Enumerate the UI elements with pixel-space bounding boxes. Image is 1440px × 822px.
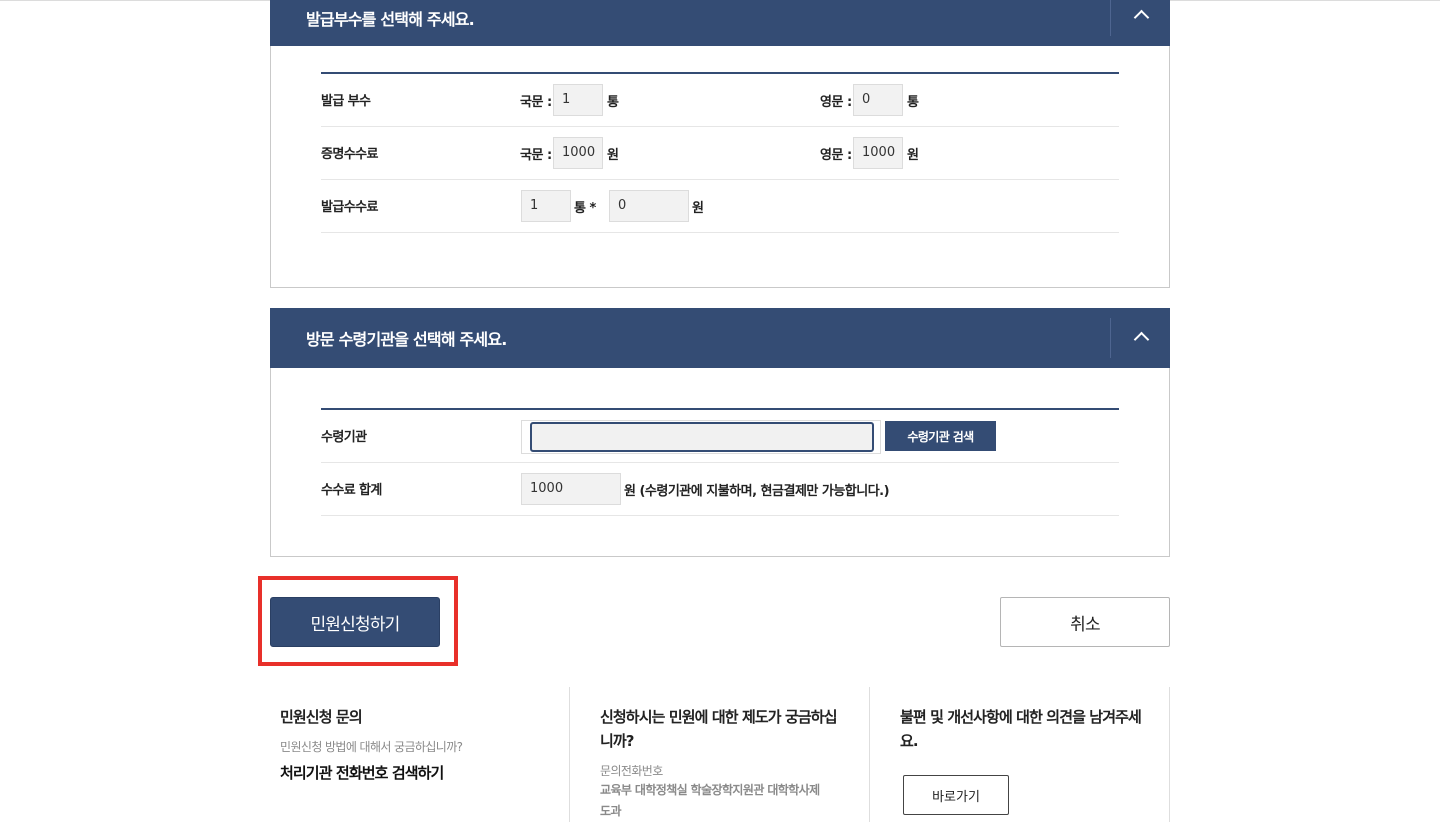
inquiry-column: 민원신청 문의 민원신청 방법에 대해서 궁금하십니까? 처리기관 전화번호 검… xyxy=(280,687,560,822)
issue-fee-count: 1 xyxy=(521,190,571,222)
cert-fee-en-unit: 원 xyxy=(907,148,919,163)
issue-fee-count-unit: 통 * xyxy=(574,201,596,216)
agency-row: 수령기관 수령기관 검색 xyxy=(321,410,1119,463)
issue-fee-amount: 0 xyxy=(609,190,689,222)
agency-input[interactable] xyxy=(530,422,874,452)
phone-label: 문의전화번호 xyxy=(600,764,663,778)
feedback-column: 불편 및 개선사항에 대한 의견을 남겨주세 요. 바로가기 xyxy=(900,687,1160,822)
copies-en-unit: 통 xyxy=(907,95,919,110)
system-column: 신청하시는 민원에 대한 제도가 궁금하십 니까? 문의전화번호 교육부 대학정… xyxy=(600,687,860,822)
org-line2: 도과 xyxy=(600,804,621,818)
agency-field-wrap xyxy=(521,420,881,454)
system-title-line1: 신청하시는 민원에 대한 제도가 궁금하십 xyxy=(600,708,837,726)
issue-collapse-button[interactable] xyxy=(1118,0,1166,36)
total-fee-row: 수수료 합계 1000 원 (수령기관에 지불하며, 현금결제만 가능합니다.) xyxy=(321,463,1119,516)
feedback-go-button[interactable]: 바로가기 xyxy=(903,775,1009,815)
visit-form-table: 수령기관 수령기관 검색 수수료 합계 1000 원 (수령기관에 지불하며, … xyxy=(321,408,1119,516)
total-fee-label: 수수료 합계 xyxy=(321,483,382,498)
issue-copies-header: 발급부수를 선택해 주세요. xyxy=(270,0,1170,46)
issue-form-table: 발급 부수 국문 : 1 통 영문 : 0 통 증명수수료 국문 : 1000 … xyxy=(321,72,1119,233)
info-divider xyxy=(869,687,870,822)
issue-copies-panel: 발급부수를 선택해 주세요. 발급 부수 국문 : 1 통 영문 : 0 통 증… xyxy=(270,0,1170,288)
submit-application-button[interactable]: 민원신청하기 xyxy=(270,597,440,647)
cert-fee-ko-value: 1000 xyxy=(553,137,603,169)
visit-agency-title: 방문 수령기관을 선택해 주세요. xyxy=(306,330,507,349)
chevron-up-icon xyxy=(1133,331,1150,348)
total-fee-note: 원 (수령기관에 지불하며, 현금결제만 가능합니다.) xyxy=(624,484,890,499)
system-title-line2: 니까? xyxy=(600,732,634,750)
cert-fee-ko-label: 국문 : xyxy=(520,148,552,163)
copies-row: 발급 부수 국문 : 1 통 영문 : 0 통 xyxy=(321,74,1119,127)
cert-fee-en-label: 영문 : xyxy=(820,148,852,163)
agency-phone-search-link[interactable]: 처리기관 전화번호 검색하기 xyxy=(280,762,444,783)
inquiry-subtitle: 민원신청 방법에 대해서 궁금하십니까? xyxy=(280,740,463,754)
cert-fee-ko-unit: 원 xyxy=(607,148,619,163)
copies-ko-label: 국문 : xyxy=(520,95,552,110)
copies-en-input[interactable]: 0 xyxy=(853,84,903,116)
visit-collapse-button[interactable] xyxy=(1118,318,1166,358)
copies-ko-unit: 통 xyxy=(607,95,619,110)
chevron-up-icon xyxy=(1133,9,1150,26)
cert-fee-label: 증명수수료 xyxy=(321,147,378,162)
org-line1: 교육부 대학정책실 학술장학지원관 대학학사제 xyxy=(600,783,820,797)
feedback-title-line1: 불편 및 개선사항에 대한 의견을 남겨주세 xyxy=(900,708,1142,726)
copies-en-label: 영문 : xyxy=(820,95,852,110)
header-divider xyxy=(1110,0,1111,36)
copies-label: 발급 부수 xyxy=(321,94,371,109)
inquiry-title: 민원신청 문의 xyxy=(280,708,363,726)
visit-agency-panel: 방문 수령기관을 선택해 주세요. 수령기관 수령기관 검색 수수료 합계 10… xyxy=(270,308,1170,557)
agency-search-button[interactable]: 수령기관 검색 xyxy=(885,421,996,451)
cancel-button[interactable]: 취소 xyxy=(1000,597,1170,647)
total-fee-value: 1000 xyxy=(521,473,621,505)
cert-fee-en-value: 1000 xyxy=(853,137,903,169)
info-divider xyxy=(569,687,570,822)
issue-fee-amount-unit: 원 xyxy=(692,201,704,216)
issue-fee-label: 발급수수료 xyxy=(321,200,378,215)
issue-copies-title: 발급부수를 선택해 주세요. xyxy=(306,10,475,29)
header-divider xyxy=(1110,318,1111,358)
cert-fee-row: 증명수수료 국문 : 1000 원 영문 : 1000 원 xyxy=(321,127,1119,180)
feedback-title-line2: 요. xyxy=(900,732,919,750)
visit-agency-header: 방문 수령기관을 선택해 주세요. xyxy=(270,308,1170,368)
agency-label: 수령기관 xyxy=(321,430,367,445)
issue-fee-row: 발급수수료 1 통 * 0 원 xyxy=(321,180,1119,233)
info-divider xyxy=(1169,687,1170,822)
copies-ko-input[interactable]: 1 xyxy=(553,84,603,116)
